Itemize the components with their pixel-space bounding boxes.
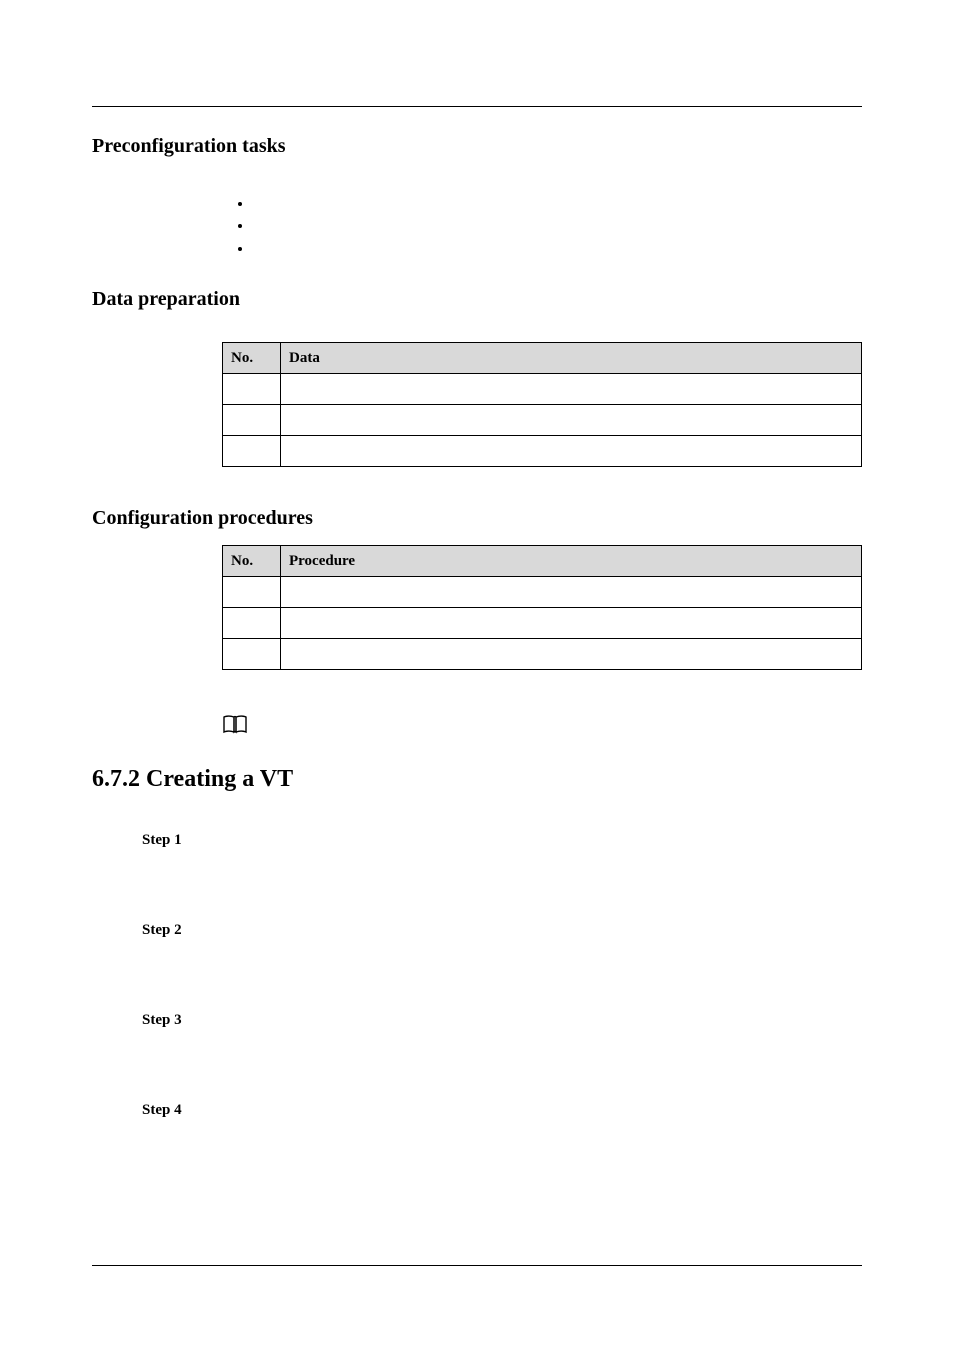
configuration-procedures-heading: Configuration procedures — [92, 505, 862, 531]
cell-data — [281, 405, 862, 436]
table-row — [223, 405, 862, 436]
col-header-no: No. — [223, 343, 281, 374]
col-header-procedure: Procedure — [281, 546, 862, 577]
bullet-item — [252, 193, 862, 215]
data-preparation-table: No. Data — [222, 342, 862, 467]
book-icon — [222, 714, 862, 734]
data-preparation-heading: Data preparation — [92, 286, 862, 312]
header-rule — [92, 106, 862, 107]
table-row — [223, 436, 862, 467]
cell-data — [281, 436, 862, 467]
footer-rule — [92, 1265, 862, 1266]
configuration-procedures-table: No. Procedure — [222, 545, 862, 670]
cell-no — [223, 577, 281, 608]
table-row — [223, 374, 862, 405]
table-row — [223, 577, 862, 608]
table-header-row: No. Procedure — [223, 546, 862, 577]
step-3-label: Step 3 — [142, 1011, 862, 1029]
col-header-data: Data — [281, 343, 862, 374]
preconfig-bullet-list — [92, 193, 862, 260]
preconfiguration-heading: Preconfiguration tasks — [92, 133, 862, 159]
col-header-no: No. — [223, 546, 281, 577]
table-header-row: No. Data — [223, 343, 862, 374]
cell-no — [223, 374, 281, 405]
cell-procedure — [281, 608, 862, 639]
table-row — [223, 608, 862, 639]
step-1-label: Step 1 — [142, 831, 862, 849]
step-2-label: Step 2 — [142, 921, 862, 939]
page-content: Preconfiguration tasks Data preparation … — [92, 106, 862, 1119]
cell-procedure — [281, 577, 862, 608]
cell-no — [223, 608, 281, 639]
bullet-item — [252, 238, 862, 260]
cell-data — [281, 374, 862, 405]
step-4-label: Step 4 — [142, 1101, 862, 1119]
table-row — [223, 639, 862, 670]
bullet-item — [252, 215, 862, 237]
cell-no — [223, 639, 281, 670]
cell-no — [223, 436, 281, 467]
steps-list: Step 1 Step 2 Step 3 Step 4 — [142, 831, 862, 1119]
cell-no — [223, 405, 281, 436]
creating-vt-heading: 6.7.2 Creating a VT — [92, 764, 862, 795]
cell-procedure — [281, 639, 862, 670]
